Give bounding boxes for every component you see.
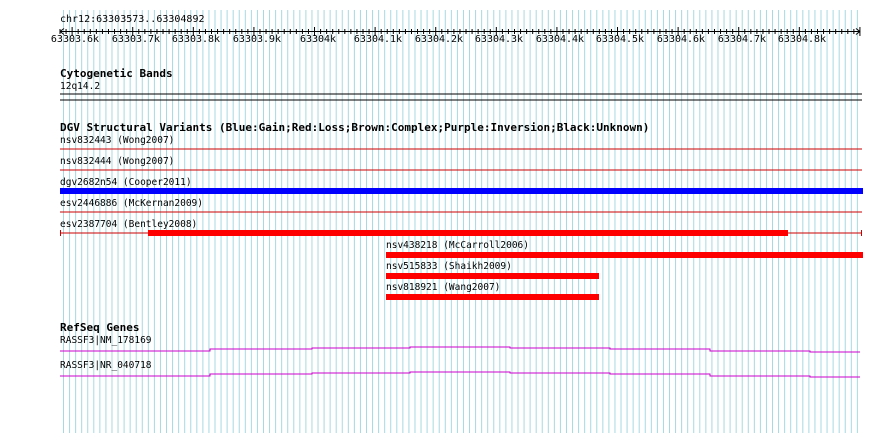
- variant-label[interactable]: dgv2682n54 (Cooper2011): [60, 177, 192, 188]
- cytoband-label: 12q14.2: [60, 81, 101, 92]
- tick-label: 63304.2k: [414, 34, 464, 45]
- variant-bar-loss: [386, 273, 599, 279]
- region-label: chr12:63303573..63304892: [60, 14, 205, 25]
- variant-bar-loss: [386, 252, 863, 258]
- tick-label: 63303.6k: [50, 34, 100, 45]
- refseq-track-title: RefSeq Genes: [60, 321, 140, 334]
- gene-label[interactable]: RASSF3|NM_178169: [60, 335, 152, 346]
- tick-label: 63303.8k: [171, 34, 221, 45]
- tick-label: 63303.7k: [111, 34, 161, 45]
- dgv-track-title: DGV Structural Variants (Blue:Gain;Red:L…: [60, 121, 650, 134]
- variant-bar-gain: [60, 188, 863, 194]
- tick-label: 63304.1k: [353, 34, 403, 45]
- variant-bar-loss: [386, 294, 599, 300]
- variant-label[interactable]: nsv832444 (Wong2007): [60, 156, 174, 167]
- tick-label: 63303.9k: [232, 34, 282, 45]
- tick-label: 63304.3k: [474, 34, 524, 45]
- gene-label[interactable]: RASSF3|NR_040718: [60, 360, 152, 371]
- gene-model: [60, 346, 860, 353]
- tick-label: 63304.6k: [656, 34, 706, 45]
- tick-label: 63304k: [299, 34, 337, 45]
- variant-label[interactable]: esv2446886 (McKernan2009): [60, 198, 203, 209]
- gene-model: [60, 371, 860, 378]
- tick-label: 63304.4k: [535, 34, 585, 45]
- genome-browser-view: chr12:63303573..63304892 63303.6k 63303.…: [0, 0, 890, 433]
- cytoband-track-title: Cytogenetic Bands: [60, 67, 173, 80]
- variant-bar-loss: [148, 230, 788, 236]
- variant-label[interactable]: nsv832443 (Wong2007): [60, 135, 174, 146]
- variant-label[interactable]: esv2387704 (Bentley2008): [60, 219, 197, 230]
- tick-label: 63304.5k: [595, 34, 645, 45]
- tick-label: 63304.8k: [777, 34, 827, 45]
- variant-label[interactable]: nsv515833 (Shaikh2009): [386, 261, 512, 272]
- variant-label[interactable]: nsv438218 (McCarroll2006): [386, 240, 529, 251]
- variant-label[interactable]: nsv818921 (Wang2007): [386, 282, 500, 293]
- tick-label: 63304.7k: [717, 34, 767, 45]
